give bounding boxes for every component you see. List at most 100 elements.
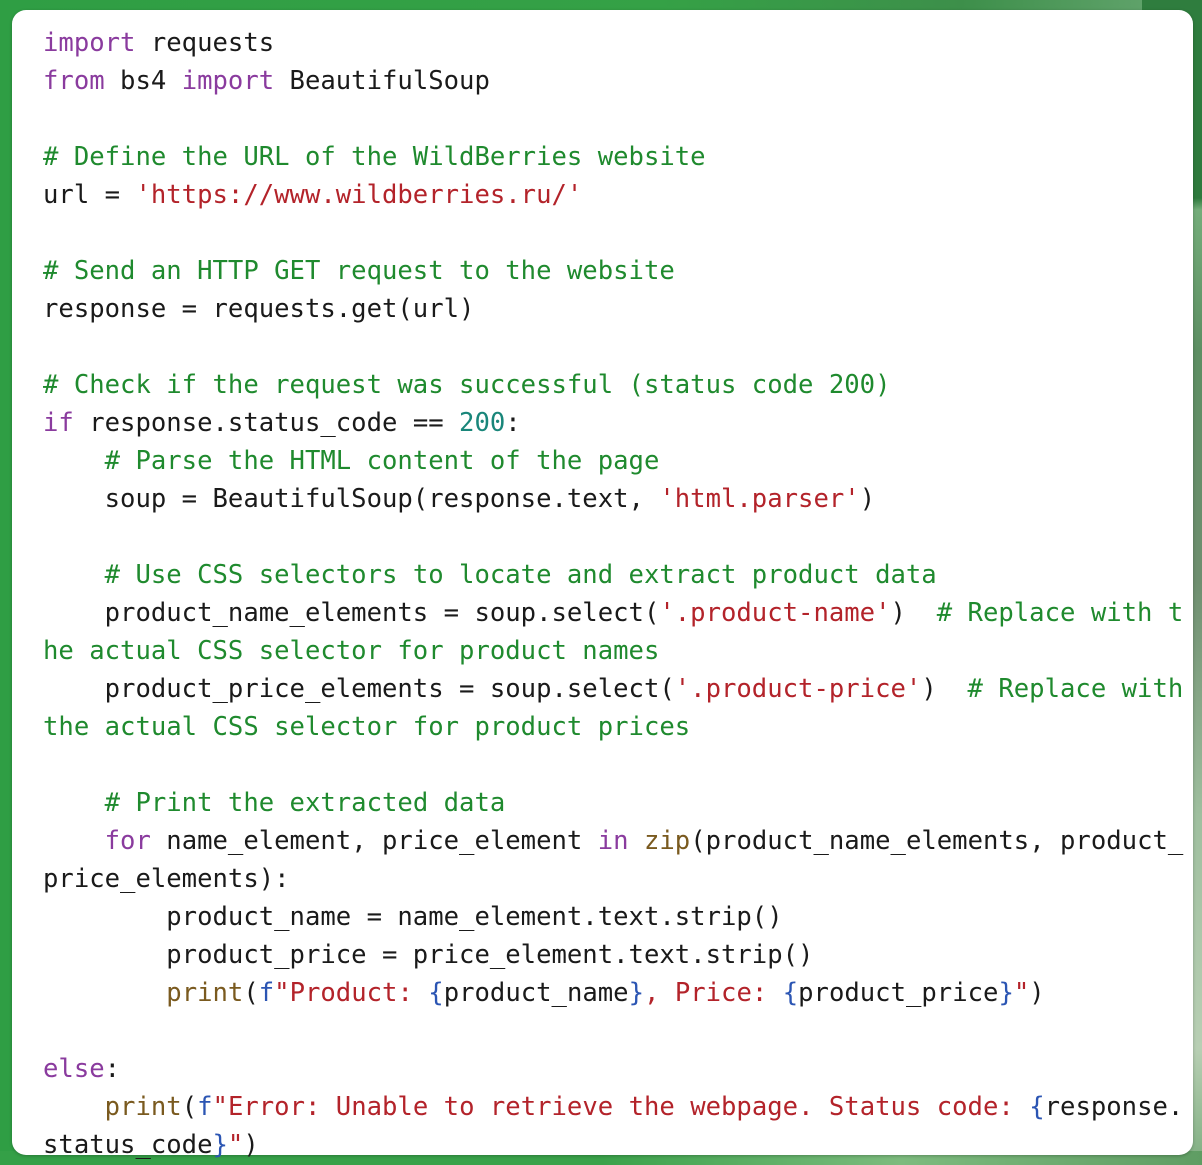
string-token: " — [1013, 978, 1030, 1008]
code-line: print(f"Error: Unable to retrieve the we… — [43, 1088, 1184, 1126]
code-token: response = requests.get(url) — [43, 294, 475, 324]
builtin-token: print — [166, 978, 244, 1008]
code-line: # Use CSS selectors to locate and extrac… — [43, 556, 1183, 594]
keyword-token: else — [43, 1054, 105, 1084]
comment-token: # Replace with — [967, 674, 1184, 704]
code-token: url = — [43, 180, 136, 210]
code-token: ( — [181, 1092, 198, 1122]
brace-token: } — [998, 978, 1014, 1008]
code-token: status_code — [43, 1130, 213, 1160]
code-token: ) — [890, 598, 937, 628]
code-token: product_price_elements = soup.select( — [43, 674, 675, 704]
code-line: else: — [43, 1050, 1183, 1088]
code-line: price_elements): — [43, 860, 1183, 898]
keyword-token: import — [43, 28, 136, 58]
code-line: for name_element, price_element in zip(p… — [43, 822, 1184, 860]
comment-token: he actual CSS selector for product names — [43, 636, 660, 666]
keyword-token: if — [43, 408, 74, 438]
brace-token: f — [258, 978, 275, 1008]
string-token: 'https://www.wildberries.ru/' — [135, 180, 583, 210]
code-line: # Print the extracted data — [43, 784, 1183, 822]
code-token: : — [104, 1054, 121, 1084]
comment-token: # Define the URL of the WildBerries webs… — [43, 142, 706, 172]
code-line: print(f"Product: {product_name}, Price: … — [43, 974, 1183, 1012]
code-token: name_element, price_element — [150, 826, 598, 856]
code-line: # Parse the HTML content of the page — [43, 442, 1183, 480]
comment-token: # Check if the request was successful (s… — [43, 370, 891, 400]
code-token: product_price = price_element.text.strip… — [43, 940, 814, 970]
string-token: "Error: Unable to retrieve the webpage. … — [212, 1092, 1030, 1122]
keyword-token: for — [104, 826, 151, 856]
code-line: product_name = name_element.text.strip() — [43, 898, 1183, 936]
code-line: status_code}") — [43, 1126, 1183, 1164]
code-token: response. — [1044, 1092, 1184, 1122]
brace-token: { — [428, 978, 444, 1008]
code-line: if response.status_code == 200: — [43, 404, 1183, 442]
code-line: product_name_elements = soup.select('.pr… — [43, 594, 1184, 632]
comment-token: # Use CSS selectors to locate and extrac… — [104, 560, 937, 590]
code-token: bs4 — [104, 66, 182, 96]
string-token: '.product-name' — [659, 598, 891, 628]
code-token: ( — [243, 978, 259, 1008]
string-token: , Price: — [644, 978, 783, 1008]
code-line: # Define the URL of the WildBerries webs… — [43, 138, 1183, 176]
code-line: # Check if the request was successful (s… — [43, 366, 1183, 404]
code-line: soup = BeautifulSoup(response.text, 'htm… — [43, 480, 1183, 518]
code-token: product_name = name_element.text.strip() — [43, 902, 783, 932]
code-line: url = 'https://www.wildberries.ru/' — [43, 176, 1183, 214]
code-token: product_price — [798, 978, 999, 1008]
comment-token: the actual CSS selector for product pric… — [43, 712, 691, 742]
comment-token: # Send an HTTP GET request to the websit… — [43, 256, 675, 286]
code-token: soup = BeautifulSoup(response.text, — [43, 484, 660, 514]
builtin-token: print — [104, 1092, 182, 1122]
code-token: ) — [1029, 978, 1045, 1008]
string-token: " — [227, 1130, 244, 1160]
brace-token: } — [212, 1130, 228, 1160]
string-token: 'html.parser' — [659, 484, 860, 514]
code-line: from bs4 import BeautifulSoup — [43, 62, 1183, 100]
brace-token: { — [782, 978, 799, 1008]
number-token: 200 — [459, 408, 506, 438]
comment-token: # Parse the HTML content of the page — [104, 446, 660, 476]
code-token: requests — [135, 28, 275, 58]
brace-token: } — [628, 978, 645, 1008]
code-block: import requests from bs4 import Beautiful… — [43, 24, 1183, 1164]
code-token: product_name — [443, 978, 629, 1008]
brace-token: f — [197, 1092, 213, 1122]
code-line: product_price_elements = soup.select('.p… — [43, 670, 1184, 708]
brace-token: { — [1029, 1092, 1045, 1122]
code-line: product_price = price_element.text.strip… — [43, 936, 1183, 974]
code-token: response.status_code == — [73, 408, 460, 438]
keyword-token: import — [181, 66, 275, 96]
code-token: ) — [921, 674, 968, 704]
code-line: import requests — [43, 24, 1183, 62]
string-token: '.product-price' — [674, 674, 922, 704]
builtin-token: zip — [643, 826, 691, 856]
code-token: ) — [243, 1130, 259, 1160]
code-line: # Send an HTTP GET request to the websit… — [43, 252, 1183, 290]
code-line: response = requests.get(url) — [43, 290, 1183, 328]
keyword-token: from — [43, 66, 105, 96]
code-token: : — [505, 408, 521, 438]
code-line: the actual CSS selector for product pric… — [43, 708, 1183, 746]
code-token: ) — [859, 484, 876, 514]
code-token: BeautifulSoup — [274, 66, 490, 96]
comment-token: # Replace with t — [936, 598, 1184, 628]
code-token: price_elements): — [43, 864, 290, 894]
code-token: product_name_elements = soup.select( — [43, 598, 660, 628]
code-card: import requests from bs4 import Beautiful… — [12, 10, 1193, 1160]
string-token: "Product: — [274, 978, 429, 1008]
